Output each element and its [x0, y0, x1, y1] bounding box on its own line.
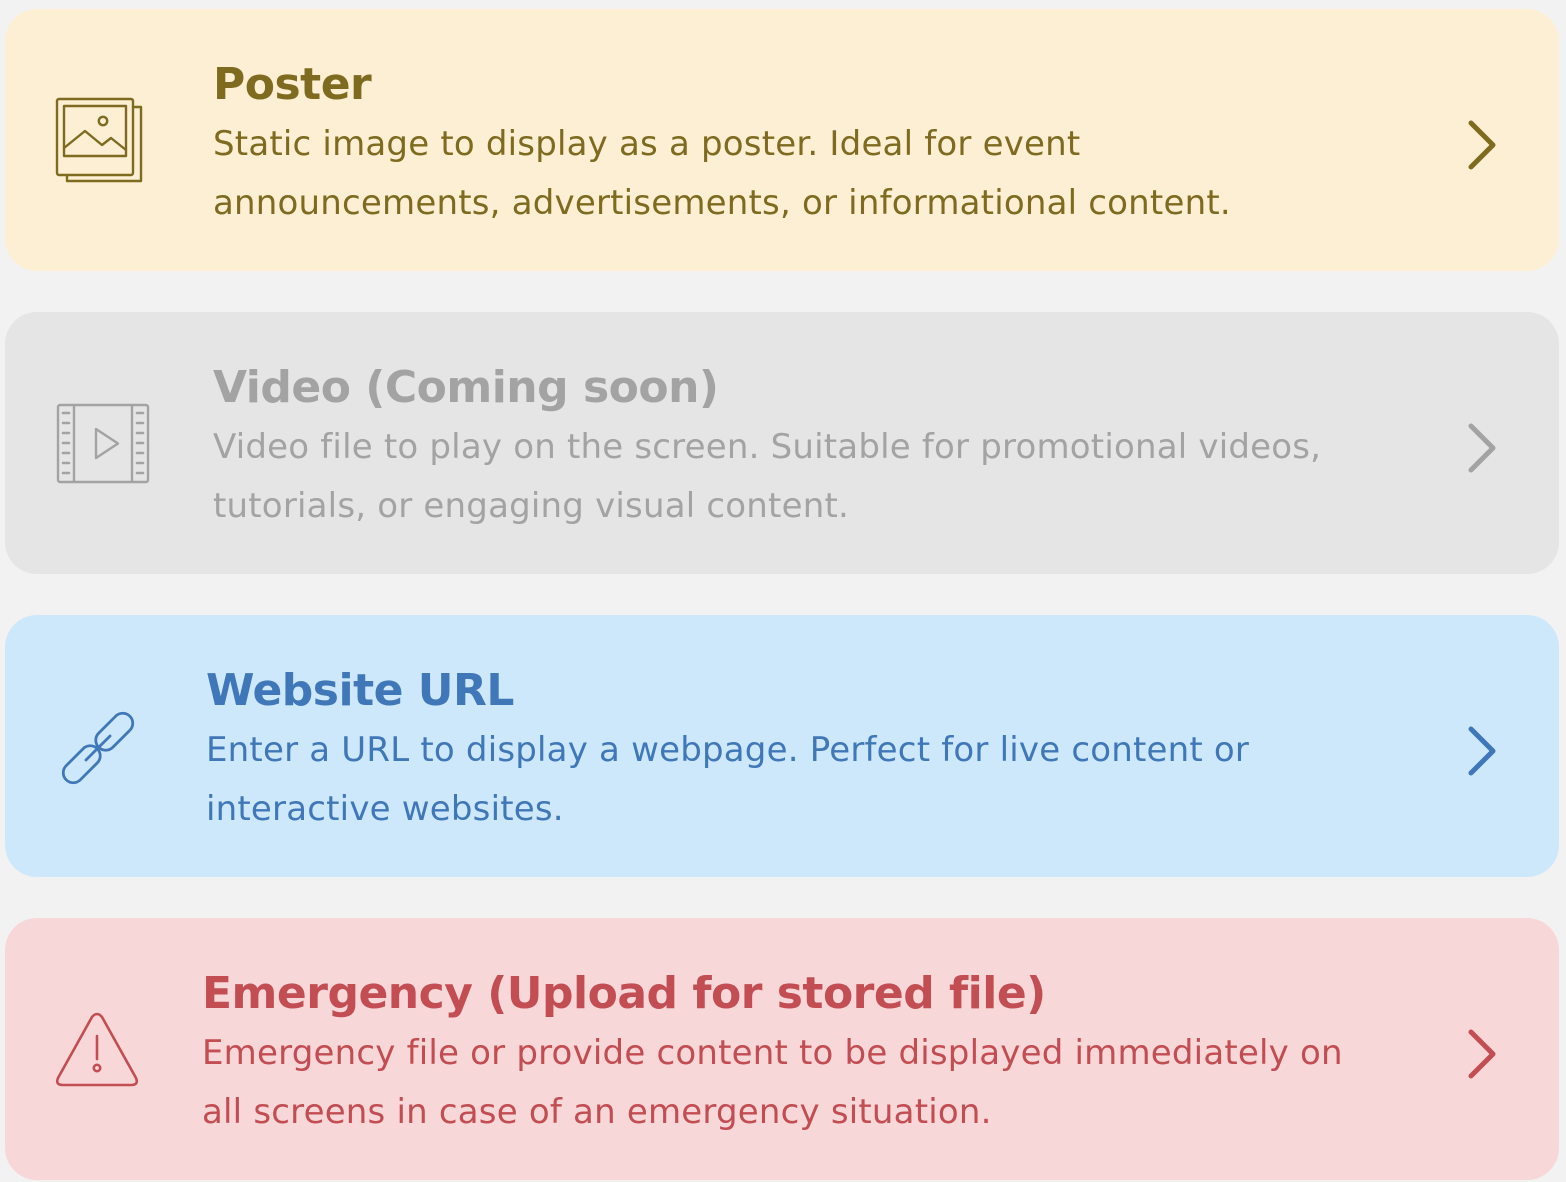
- website-url-option-card[interactable]: Website URL Enter a URL to display a web…: [5, 615, 1559, 877]
- video-description: Video file to play on the screen. Suitab…: [213, 427, 1322, 526]
- image-gallery-icon: [55, 97, 143, 183]
- website-url-title: Website URL: [206, 665, 514, 716]
- poster-description: Static image to display as a poster. Ide…: [213, 124, 1231, 223]
- chevron-right-icon: [1468, 423, 1496, 473]
- video-title: Video (Coming soon): [213, 362, 719, 413]
- chevron-right-icon[interactable]: [1465, 119, 1499, 171]
- link-icon: [61, 711, 135, 785]
- video-option-card: Video (Coming soon) Video file to play o…: [5, 312, 1559, 574]
- emergency-title: Emergency (Upload for stored file): [202, 968, 1046, 1019]
- website-url-description: Enter a URL to display a webpage. Perfec…: [206, 730, 1250, 829]
- chevron-right-icon[interactable]: [1465, 725, 1499, 777]
- poster-title: Poster: [213, 59, 372, 110]
- warning-triangle-icon: [55, 1012, 139, 1087]
- chevron-right-icon[interactable]: [1465, 1028, 1499, 1080]
- poster-option-card[interactable]: Poster Static image to display as a post…: [5, 9, 1559, 271]
- film-play-icon: [56, 403, 150, 484]
- emergency-option-card[interactable]: Emergency (Upload for stored file) Emerg…: [5, 918, 1559, 1180]
- emergency-description: Emergency file or provide content to be …: [202, 1033, 1343, 1132]
